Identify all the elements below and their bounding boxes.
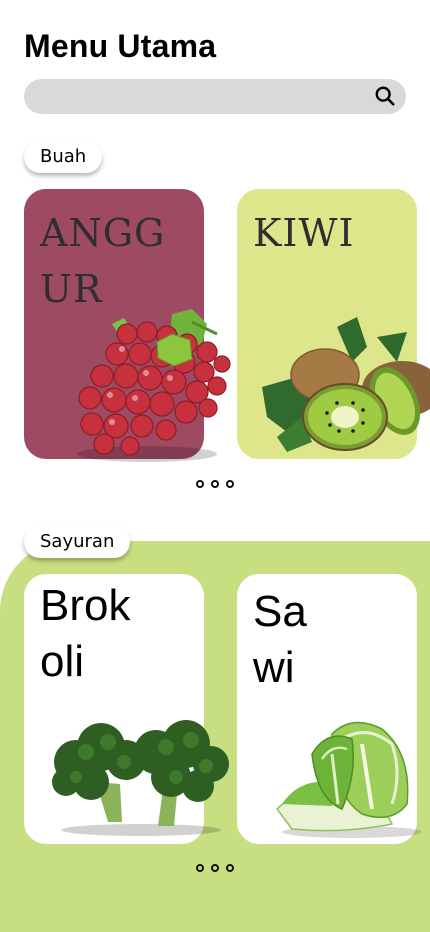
napa-cabbage-image	[276, 721, 422, 838]
dot	[211, 480, 219, 488]
search-icon[interactable]	[374, 85, 396, 107]
dot	[196, 864, 204, 872]
card-title: KIWI	[253, 211, 355, 255]
product-card-sawi[interactable]: Sawi	[237, 574, 422, 844]
dot	[226, 480, 234, 488]
dot	[226, 864, 234, 872]
dot	[196, 480, 204, 488]
product-card-anggur[interactable]: ANGGUR	[24, 189, 231, 462]
carousel-more-sayuran[interactable]	[196, 864, 234, 872]
search-bar[interactable]	[24, 79, 406, 114]
broccoli-image	[52, 720, 229, 836]
category-chip-buah[interactable]: Buah	[24, 141, 103, 173]
carousel-more-buah[interactable]	[196, 480, 234, 488]
grapes-image	[77, 309, 231, 462]
page-title: Menu Utama	[24, 28, 217, 64]
card-title: Sawi	[253, 587, 307, 692]
card-title: ANGGUR	[40, 211, 166, 311]
product-card-kiwi[interactable]: KIWI	[237, 189, 430, 459]
card-title: Brokoli	[40, 581, 131, 686]
product-card-brokoli[interactable]: Brokoli	[24, 574, 229, 844]
search-input[interactable]	[38, 79, 368, 114]
kiwi-image	[262, 317, 430, 452]
category-chip-sayuran[interactable]: Sayuran	[24, 526, 131, 558]
dot	[211, 864, 219, 872]
